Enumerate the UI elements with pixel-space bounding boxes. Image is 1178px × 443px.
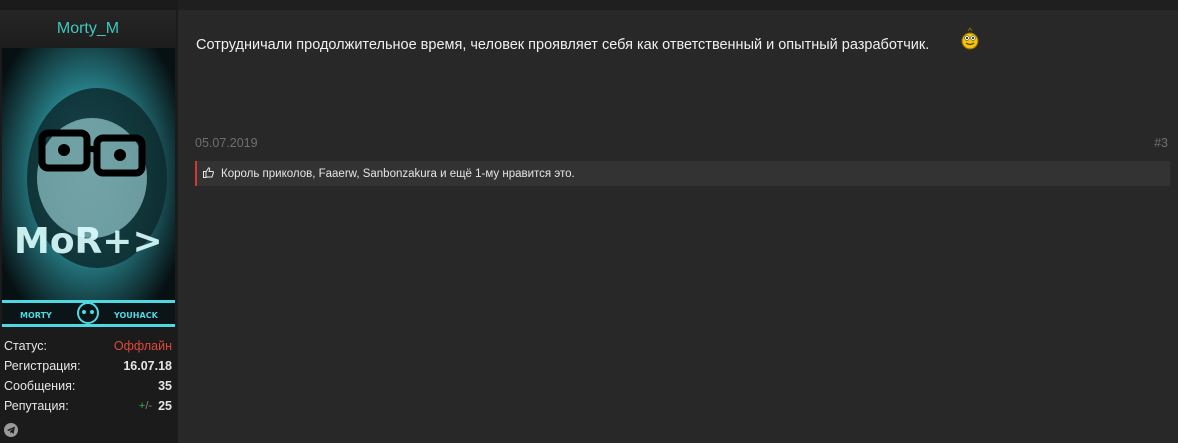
stat-label: Репутация:: [4, 399, 69, 413]
post-body: Сотрудничали продолжительное время, чело…: [178, 10, 1178, 443]
stat-messages: Сообщения: 35: [4, 376, 172, 396]
user-stats: Статус: Оффлайн Регистрация: 16.07.18 Со…: [4, 336, 172, 416]
post-date[interactable]: 05.07.2019: [195, 136, 258, 150]
post-message: Сотрудничали продолжительное время, чело…: [196, 37, 930, 53]
status-value: Оффлайн: [113, 339, 172, 353]
stat-registration: Регистрация: 16.07.18: [4, 356, 172, 376]
messages-value[interactable]: 35: [158, 379, 172, 393]
reputation-value: 25: [158, 399, 172, 413]
reputation-wrap: + /- 25: [139, 399, 172, 413]
likes-bar: Король приколов, Faaerw, Sanbonzakura и …: [195, 161, 1170, 186]
stat-label: Статус:: [4, 339, 47, 353]
telegram-icon[interactable]: [4, 423, 18, 437]
user-info-column: Morty_M MoR+> MORTY YOUHACK Статус: Оффл…: [0, 0, 178, 443]
likes-text[interactable]: Король приколов, Faaerw, Sanbonzakura и …: [221, 168, 575, 180]
rep-minus-button[interactable]: /-: [145, 400, 152, 412]
avatar[interactable]: MoR+> MORTY YOUHACK: [2, 48, 175, 327]
stat-reputation: Репутация: + /- 25: [4, 396, 172, 416]
registration-value: 16.07.18: [123, 359, 172, 373]
stat-label: Регистрация:: [4, 359, 81, 373]
stat-label: Сообщения:: [4, 379, 76, 393]
banner-left-text: MORTY: [20, 311, 52, 320]
stat-status: Статус: Оффлайн: [4, 336, 172, 356]
post-number-link[interactable]: #3: [1154, 136, 1168, 150]
username-link[interactable]: Morty_M: [0, 10, 176, 48]
smiley-icon: [960, 27, 980, 56]
thumbs-up-icon: [203, 166, 214, 181]
banner-right-text: YOUHACK: [113, 311, 159, 320]
svg-text:MoR+>: MoR+>: [14, 221, 163, 262]
